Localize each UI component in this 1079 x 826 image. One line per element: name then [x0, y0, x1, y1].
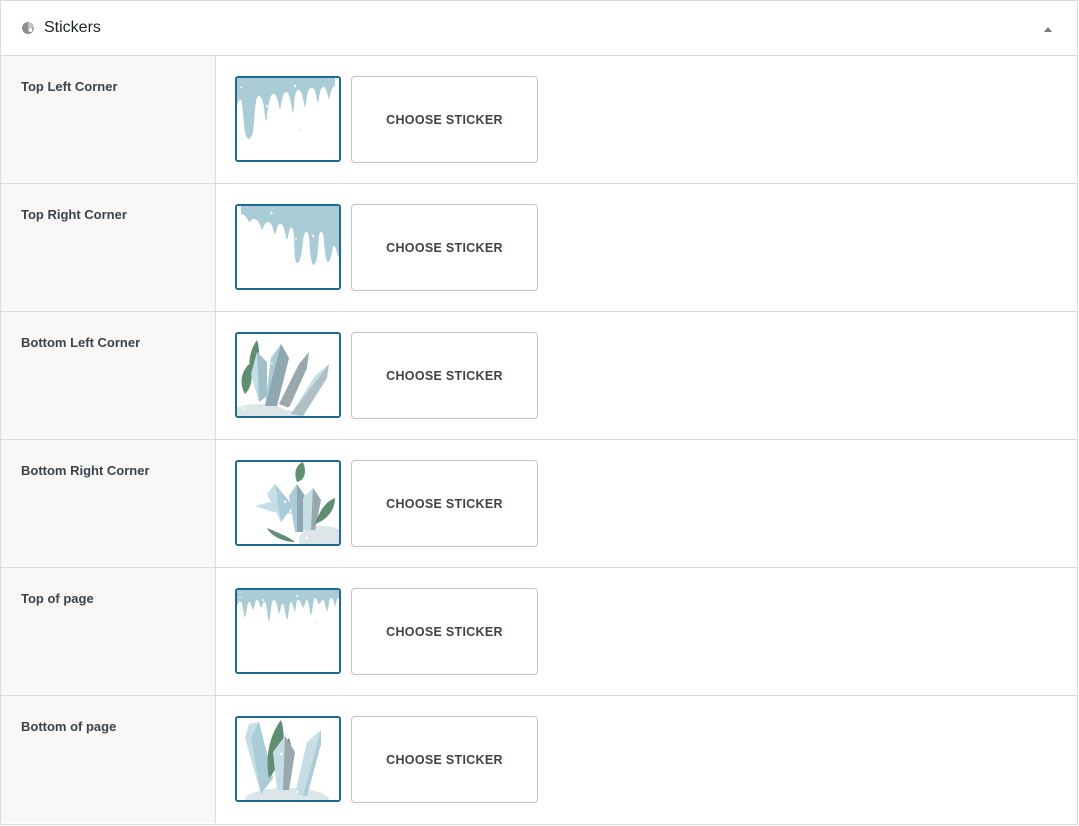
sticker-preview-crystals-bottom-left[interactable] [235, 332, 341, 418]
row-content: CHOOSE STICKER [216, 312, 1077, 439]
choose-sticker-button[interactable]: CHOOSE STICKER [351, 332, 538, 419]
row-label: Bottom Left Corner [1, 312, 216, 439]
row-content: CHOOSE STICKER [216, 568, 1077, 695]
choose-sticker-button[interactable]: CHOOSE STICKER [351, 588, 538, 675]
panel-title: Stickers [44, 19, 101, 36]
sticker-preview-icicles-top-right[interactable] [235, 204, 341, 290]
choose-sticker-button[interactable]: CHOOSE STICKER [351, 204, 538, 291]
choose-sticker-button[interactable]: CHOOSE STICKER [351, 716, 538, 803]
row-label: Top of page [1, 568, 216, 695]
sticker-row-bottom-left: Bottom Left Corner CHOOSE STICKER [1, 312, 1077, 440]
row-label: Top Right Corner [1, 184, 216, 311]
row-content: CHOOSE STICKER [216, 696, 1077, 823]
panel-header[interactable]: Stickers [1, 1, 1077, 56]
row-content: CHOOSE STICKER [216, 440, 1077, 567]
stickers-panel: Stickers Top Left Corner CHOOSE STICKER … [0, 0, 1078, 825]
palette-icon [21, 21, 35, 35]
row-label: Top Left Corner [1, 56, 216, 183]
choose-sticker-button[interactable]: CHOOSE STICKER [351, 460, 538, 547]
sticker-row-top-of-page: Top of page CHOOSE STICKER [1, 568, 1077, 696]
row-content: CHOOSE STICKER [216, 56, 1077, 183]
row-content: CHOOSE STICKER [216, 184, 1077, 311]
sticker-row-bottom-right: Bottom Right Corner CHOOSE STICKER [1, 440, 1077, 568]
row-label: Bottom of page [1, 696, 216, 823]
sticker-preview-icicles-top[interactable] [235, 588, 341, 674]
sticker-row-top-left: Top Left Corner CHOOSE STICKER [1, 56, 1077, 184]
sticker-row-top-right: Top Right Corner CHOOSE STICKER [1, 184, 1077, 312]
sticker-preview-crystals-bottom-right[interactable] [235, 460, 341, 546]
row-label: Bottom Right Corner [1, 440, 216, 567]
sticker-preview-icicles-top-left[interactable] [235, 76, 341, 162]
sticker-row-bottom-of-page: Bottom of page CHOOSE STICKER [1, 696, 1077, 823]
choose-sticker-button[interactable]: CHOOSE STICKER [351, 76, 538, 163]
caret-up-icon[interactable] [1039, 20, 1057, 38]
sticker-preview-crystals-bottom[interactable] [235, 716, 341, 802]
